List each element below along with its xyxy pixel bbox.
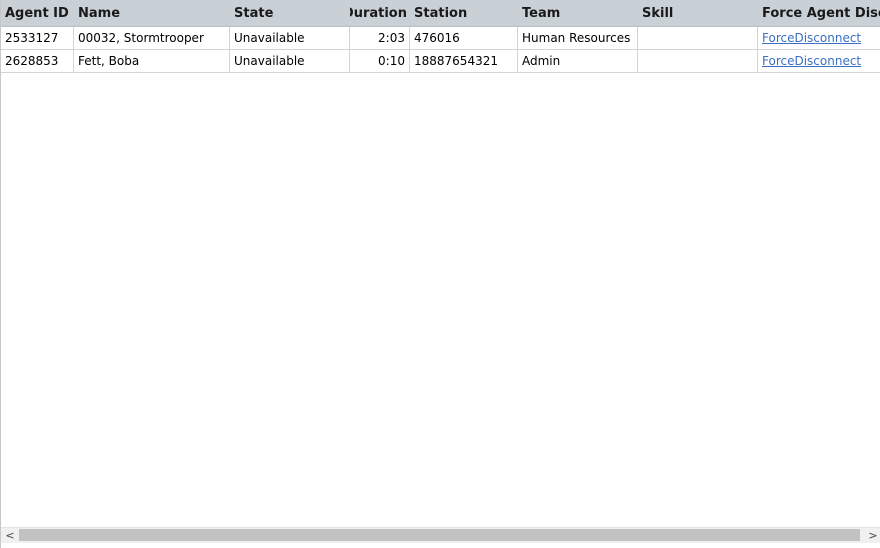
force-disconnect-link[interactable]: ForceDisconnect [762,31,861,45]
column-header-agent-id[interactable]: Agent ID [1,0,74,26]
cell-team: Admin [518,50,638,72]
table-row[interactable]: 2628853 Fett, Boba Unavailable 0:10 1888… [1,50,880,73]
bottom-edge [1,543,880,548]
cell-duration: 0:10 [350,50,410,72]
cell-state: Unavailable [230,50,350,72]
force-disconnect-link[interactable]: ForceDisconnect [762,54,861,68]
cell-force-disconnect: ForceDisconnect [758,50,880,72]
cell-name: Fett, Boba [74,50,230,72]
scrollbar-thumb[interactable] [19,529,860,541]
column-header-name[interactable]: Name [74,0,230,26]
column-header-force-disconnect[interactable]: Force Agent Disconn [758,0,880,26]
scroll-left-icon[interactable]: < [2,528,18,543]
table-row[interactable]: 2533127 00032, Stormtrooper Unavailable … [1,27,880,50]
cell-name: 00032, Stormtrooper [74,27,230,49]
agent-grid: Agent ID Name State Duration Station Tea… [0,0,880,548]
horizontal-scrollbar[interactable]: < > [1,527,880,543]
cell-skill [638,27,758,49]
column-header-skill[interactable]: Skill [638,0,758,26]
column-header-state[interactable]: State [230,0,350,26]
scroll-right-icon[interactable]: > [865,528,880,543]
cell-force-disconnect: ForceDisconnect [758,27,880,49]
cell-duration: 2:03 [350,27,410,49]
cell-team: Human Resources [518,27,638,49]
cell-skill [638,50,758,72]
column-header-station[interactable]: Station [410,0,518,26]
cell-agent-id: 2533127 [1,27,74,49]
cell-state: Unavailable [230,27,350,49]
column-header-duration[interactable]: Duration [350,0,410,26]
table-header-row: Agent ID Name State Duration Station Tea… [1,0,880,27]
cell-station: 18887654321 [410,50,518,72]
cell-station: 476016 [410,27,518,49]
agent-table: Agent ID Name State Duration Station Tea… [1,0,880,73]
column-header-team[interactable]: Team [518,0,638,26]
cell-agent-id: 2628853 [1,50,74,72]
